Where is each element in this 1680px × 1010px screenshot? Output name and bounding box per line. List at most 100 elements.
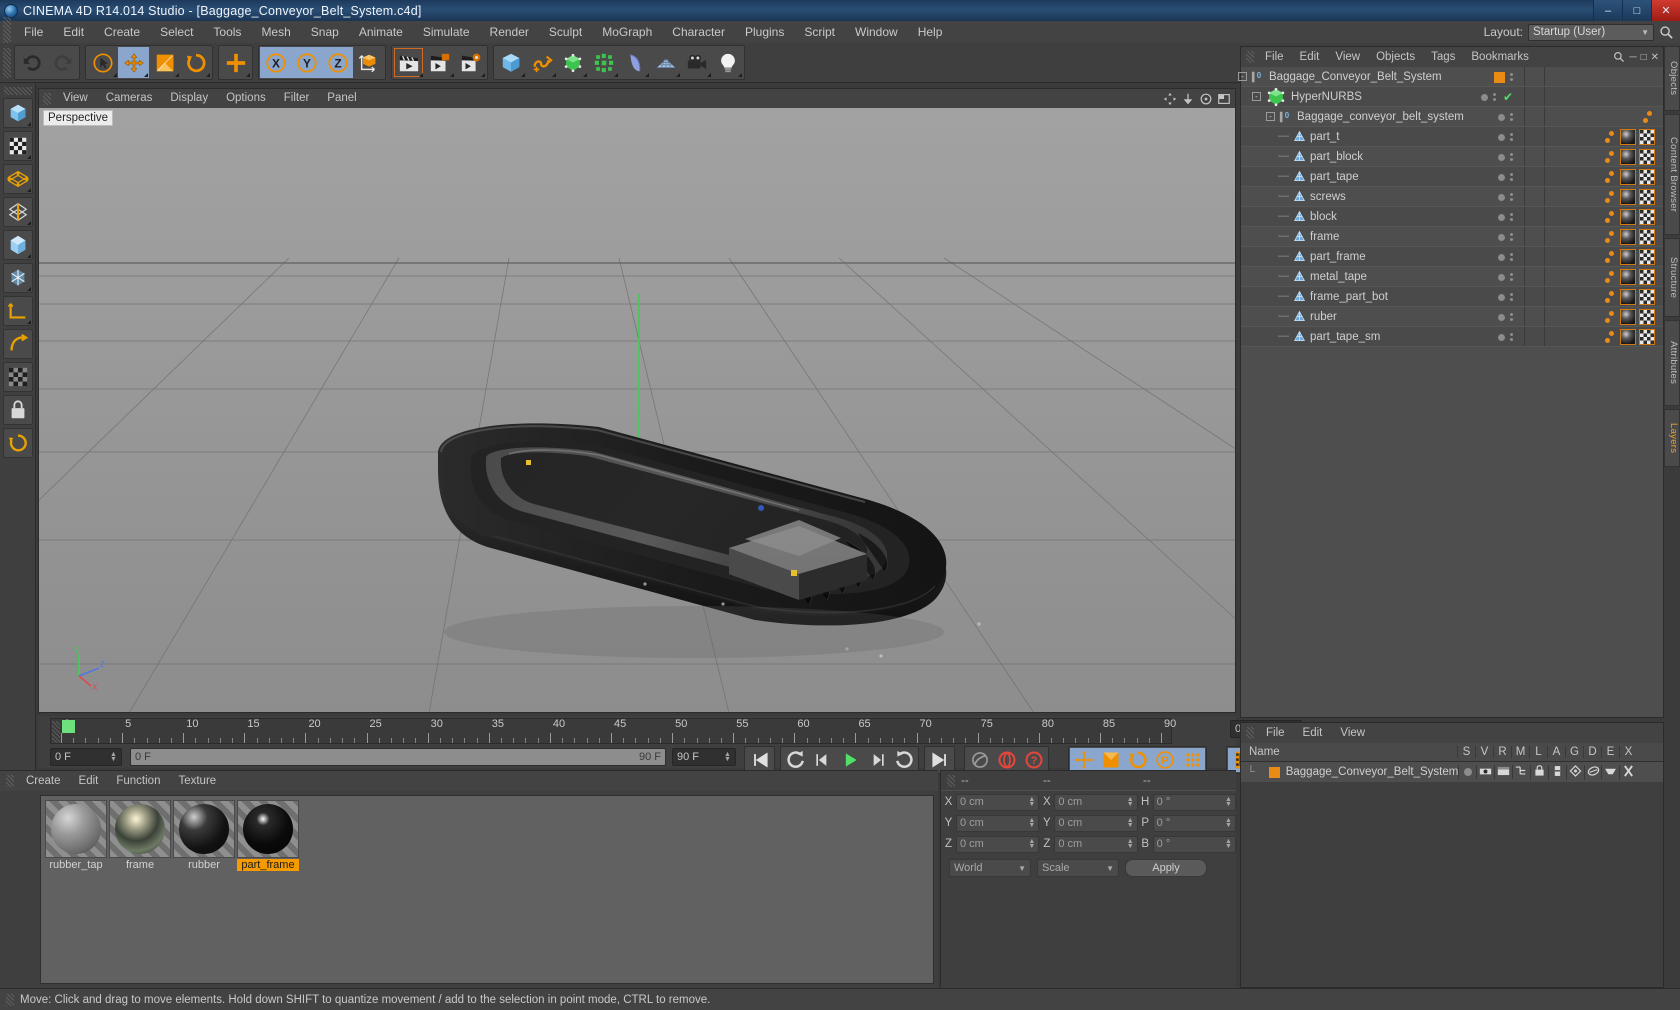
material-menu-create[interactable]: Create: [17, 771, 70, 791]
edge-tab-objects[interactable]: Objects: [1664, 46, 1680, 111]
uvw-tag-icon[interactable]: [1639, 209, 1655, 225]
material-tag-icon[interactable]: [1620, 189, 1636, 205]
render-view-button[interactable]: [393, 47, 424, 78]
menu-sculpt[interactable]: Sculpt: [539, 21, 592, 43]
viewport-3d-canvas[interactable]: Perspective Y Z X: [39, 108, 1235, 712]
stepper-icon[interactable]: ▲▼: [1127, 817, 1134, 829]
material-tag-icon[interactable]: [1620, 169, 1636, 185]
layer-menu-edit[interactable]: Edit: [1294, 723, 1332, 743]
layer-solo-toggle[interactable]: [1458, 765, 1476, 779]
flyout-corner-icon[interactable]: [26, 221, 31, 225]
left-palette-grip[interactable]: [3, 87, 32, 95]
material-item[interactable]: rubber: [173, 800, 235, 871]
object-row[interactable]: — part_t: [1241, 127, 1663, 147]
edge-tab-structure[interactable]: Structure: [1664, 238, 1680, 317]
flyout-corner-icon[interactable]: [419, 73, 423, 77]
move-tool-button[interactable]: [118, 47, 149, 78]
stepper-icon[interactable]: ▲▼: [1127, 838, 1134, 850]
material-preview[interactable]: [237, 800, 299, 858]
viewport-menu-view[interactable]: View: [54, 89, 97, 108]
material-item[interactable]: part_frame: [237, 800, 299, 871]
uvw-tag-icon[interactable]: [1639, 289, 1655, 305]
position-x-field[interactable]: 0 cm ▲ ▼: [956, 793, 1040, 811]
stepper-icon[interactable]: ▲▼: [1225, 817, 1232, 829]
object-row[interactable]: - HyperNURBS ✔: [1241, 87, 1663, 107]
object-menu-tags[interactable]: Tags: [1423, 47, 1463, 67]
material-tag-icon[interactable]: [1620, 249, 1636, 265]
add-array-button[interactable]: [588, 47, 619, 78]
expander-collapse-icon[interactable]: -: [1252, 92, 1261, 101]
timeline-grip[interactable]: [52, 721, 60, 743]
render-settings-button[interactable]: [455, 47, 486, 78]
expander-collapse-icon[interactable]: -: [1266, 112, 1275, 121]
menu-script[interactable]: Script: [794, 21, 845, 43]
layer-render-icon[interactable]: [1494, 765, 1512, 779]
object-row[interactable]: — part_tape: [1241, 167, 1663, 187]
uvw-tag-icon[interactable]: [1639, 189, 1655, 205]
object-row[interactable]: — block: [1241, 207, 1663, 227]
render-to-picture-viewer-button[interactable]: [424, 47, 455, 78]
uvw-tag-icon[interactable]: [1639, 149, 1655, 165]
lock-icon[interactable]: [1529, 764, 1548, 780]
material-menu-edit[interactable]: Edit: [70, 771, 108, 791]
material-menu-texture[interactable]: Texture: [169, 771, 225, 791]
stepper-icon[interactable]: ▲▼: [1028, 838, 1035, 850]
material-tag-icon[interactable]: [1620, 209, 1636, 225]
layer-color-swatch[interactable]: [1268, 766, 1280, 778]
stepper-icon[interactable]: ▲▼: [1127, 796, 1134, 808]
material-item[interactable]: rubber_tap: [45, 800, 107, 871]
layer-menu-view[interactable]: View: [1331, 723, 1374, 743]
flyout-corner-icon[interactable]: [645, 73, 649, 77]
autokeying-button[interactable]: [966, 748, 993, 772]
flyout-corner-icon[interactable]: [26, 254, 31, 258]
layer-row[interactable]: └ Baggage_Conveyor_Belt_System: [1241, 762, 1663, 782]
go-to-end-button[interactable]: [926, 748, 953, 772]
object-row[interactable]: — metal_tape: [1241, 267, 1663, 287]
coordinates-grip[interactable]: [947, 774, 955, 787]
menu-render[interactable]: Render: [480, 21, 539, 43]
workplane-rotate-button[interactable]: [2, 428, 33, 458]
menu-mograph[interactable]: MoGraph: [592, 21, 662, 43]
orbit-icon[interactable]: [1199, 92, 1213, 106]
layer-menu-grip[interactable]: [1246, 727, 1254, 739]
flyout-corner-icon[interactable]: [246, 73, 250, 77]
flyout-corner-icon[interactable]: [26, 287, 31, 291]
material-tag-icon[interactable]: [1620, 149, 1636, 165]
edges-mode-button[interactable]: [2, 197, 33, 227]
add-deformer-button[interactable]: [619, 47, 650, 78]
flyout-corner-icon[interactable]: [26, 320, 31, 324]
menu-tools[interactable]: Tools: [203, 21, 251, 43]
coord-mode-dropdown[interactable]: Scale ▼: [1037, 859, 1119, 877]
viewport-menu-filter[interactable]: Filter: [275, 89, 319, 108]
lock-z-button[interactable]: Z: [322, 47, 353, 78]
layer-menu-file[interactable]: File: [1257, 723, 1294, 743]
layer-col-r[interactable]: R: [1493, 746, 1511, 758]
end-frame-field[interactable]: 90 F ▲ ▼: [672, 748, 736, 766]
rotation-h-field[interactable]: 0 ° ▲ ▼: [1152, 793, 1236, 811]
layer-deformer-icon[interactable]: [1583, 764, 1602, 780]
layer-col-a[interactable]: A: [1547, 746, 1565, 758]
maximize-icon[interactable]: □: [1641, 52, 1647, 63]
flyout-corner-icon[interactable]: [113, 73, 117, 77]
viewport-menu-display[interactable]: Display: [161, 89, 217, 108]
minimize-button[interactable]: –: [1593, 0, 1622, 21]
object-row[interactable]: — frame_part_bot: [1241, 287, 1663, 307]
layer-manager-icon[interactable]: [1512, 765, 1530, 779]
material-menu-grip[interactable]: [6, 775, 14, 787]
material-preview[interactable]: [173, 800, 235, 858]
rotation-b-field[interactable]: 0 ° ▲ ▼: [1152, 835, 1236, 853]
lock-x-button[interactable]: X: [260, 47, 291, 78]
render-visibility-dots[interactable]: [1510, 73, 1513, 81]
menu-select[interactable]: Select: [150, 21, 203, 43]
play-button[interactable]: [836, 748, 863, 772]
redo-button[interactable]: [47, 47, 78, 78]
viewport-menu-grip[interactable]: [43, 92, 51, 105]
flyout-corner-icon[interactable]: [144, 73, 148, 77]
editor-visibility-dot[interactable]: [1498, 113, 1505, 121]
render-visibility-dots[interactable]: [1510, 273, 1513, 281]
editor-visibility-dot[interactable]: [1480, 93, 1488, 101]
polygons-mode-button[interactable]: [2, 230, 33, 260]
viewport-menu-panel[interactable]: Panel: [318, 89, 365, 108]
search-icon[interactable]: [1613, 51, 1625, 63]
menu-animate[interactable]: Animate: [349, 21, 413, 43]
